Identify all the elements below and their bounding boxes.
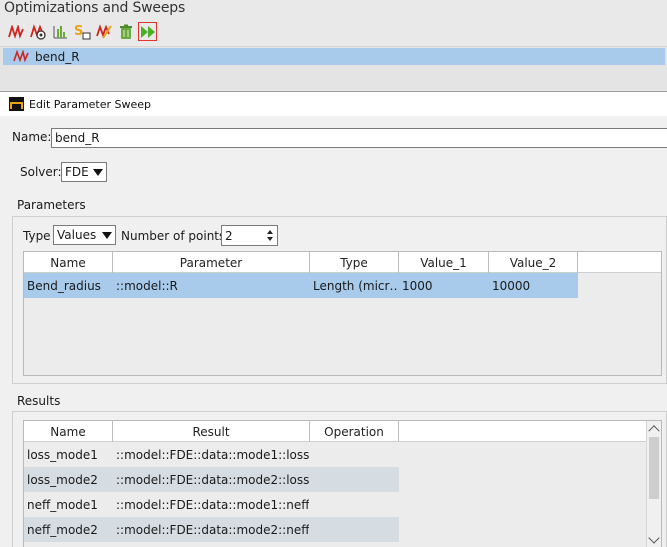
column-header-name[interactable]: Name (24, 252, 113, 273)
sweep-item[interactable]: bend_R (3, 48, 665, 65)
cell-name[interactable]: neff_mode2 (24, 517, 113, 542)
dialog-titlebar: Edit Parameter Sweep (0, 92, 667, 116)
edit-icon[interactable] (94, 22, 113, 41)
cell-result[interactable]: ::model::FDE::data::mode1::neff (113, 492, 310, 517)
column-header-value-1[interactable]: Value_1 (399, 252, 489, 273)
table-row[interactable]: loss_mode1 ::model::FDE::data::mode1::lo… (24, 442, 661, 467)
results-scrollbar[interactable] (646, 421, 661, 547)
name-input[interactable]: bend_R (51, 128, 667, 148)
parameters-group-title: Parameters (17, 198, 86, 212)
sweep-settings-icon[interactable]: S (72, 22, 91, 41)
edit-parameter-sweep-dialog: Edit Parameter Sweep Name: bend_R Solver… (0, 91, 667, 547)
scroll-thumb[interactable] (649, 437, 659, 499)
parameters-table: Name Parameter Type Value_1 Value_2 Bend… (23, 251, 662, 376)
delete-icon[interactable] (116, 22, 135, 41)
solver-select[interactable]: FDE (61, 162, 107, 182)
table-row[interactable]: neff_mode1 ::model::FDE::data::mode1::ne… (24, 492, 661, 517)
dialog-title: Edit Parameter Sweep (29, 97, 152, 111)
cell-operation[interactable] (310, 492, 399, 517)
svg-text:S: S (74, 24, 83, 39)
sweep-list: bend_R (0, 46, 667, 90)
cell-value-1[interactable]: 1000 (399, 273, 489, 298)
new-optimization-icon[interactable] (28, 22, 47, 41)
solver-label: Solver: (20, 165, 62, 179)
stepper-up-icon[interactable] (267, 230, 273, 234)
number-of-points-stepper[interactable]: 2 (221, 225, 278, 246)
scroll-down-icon[interactable] (648, 532, 660, 544)
type-select[interactable]: Values (53, 225, 116, 245)
app-icon (9, 97, 24, 111)
cell-operation[interactable] (310, 467, 399, 492)
results-table-header: Name Result Operation (24, 421, 661, 442)
cell-type[interactable]: Length (micr… (310, 273, 399, 298)
results-group-title: Results (17, 394, 61, 408)
cell-result[interactable]: ::model::FDE::data::mode2::loss (113, 467, 310, 492)
cell-operation[interactable] (310, 442, 399, 467)
column-header-result[interactable]: Result (113, 421, 310, 442)
cell-name[interactable]: loss_mode2 (24, 467, 113, 492)
table-row[interactable]: loss_mode2 ::model::FDE::data::mode2::lo… (24, 467, 661, 492)
panel-title: Optimizations and Sweeps (4, 0, 186, 16)
dropdown-arrow-icon (93, 169, 103, 176)
name-label: Name: (12, 130, 52, 144)
scroll-up-icon[interactable] (648, 425, 660, 437)
number-of-points-value: 2 (225, 228, 233, 243)
toolbar: S (6, 22, 157, 42)
table-row[interactable]: Bend_radius ::model::R Length (micr… 100… (24, 273, 661, 298)
solver-value: FDE (65, 165, 89, 179)
sweep-icon (13, 50, 29, 64)
column-header-value-2[interactable]: Value_2 (489, 252, 578, 273)
stepper-down-icon[interactable] (267, 237, 273, 241)
parameters-table-header: Name Parameter Type Value_1 Value_2 (24, 252, 661, 273)
column-header-parameter[interactable]: Parameter (113, 252, 310, 273)
run-icon[interactable] (138, 22, 157, 41)
optimizations-panel: Optimizations and Sweeps S bend_R (0, 0, 667, 90)
number-of-points-label: Number of points: (121, 229, 230, 243)
cell-value-2[interactable]: 10000 (489, 273, 578, 298)
table-row[interactable]: neff_mode2 ::model::FDE::data::mode2::ne… (24, 517, 661, 542)
column-header-name[interactable]: Name (24, 421, 113, 442)
cell-name[interactable]: Bend_radius (24, 273, 113, 298)
cell-parameter[interactable]: ::model::R (113, 273, 310, 298)
cell-result[interactable]: ::model::FDE::data::mode2::neff (113, 517, 310, 542)
type-label: Type (23, 229, 51, 243)
type-value: Values (57, 228, 97, 242)
cell-name[interactable]: neff_mode1 (24, 492, 113, 517)
cell-name[interactable]: loss_mode1 (24, 442, 113, 467)
dropdown-arrow-icon (102, 232, 112, 239)
results-table: Name Result Operation loss_mode1 ::model… (23, 420, 662, 547)
new-sweep-icon[interactable] (6, 22, 25, 41)
cell-operation[interactable] (310, 517, 399, 542)
column-header-type[interactable]: Type (310, 252, 399, 273)
column-header-operation[interactable]: Operation (310, 421, 399, 442)
nested-sweep-icon[interactable] (50, 22, 69, 41)
cell-result[interactable]: ::model::FDE::data::mode1::loss (113, 442, 310, 467)
sweep-item-label: bend_R (35, 49, 80, 64)
